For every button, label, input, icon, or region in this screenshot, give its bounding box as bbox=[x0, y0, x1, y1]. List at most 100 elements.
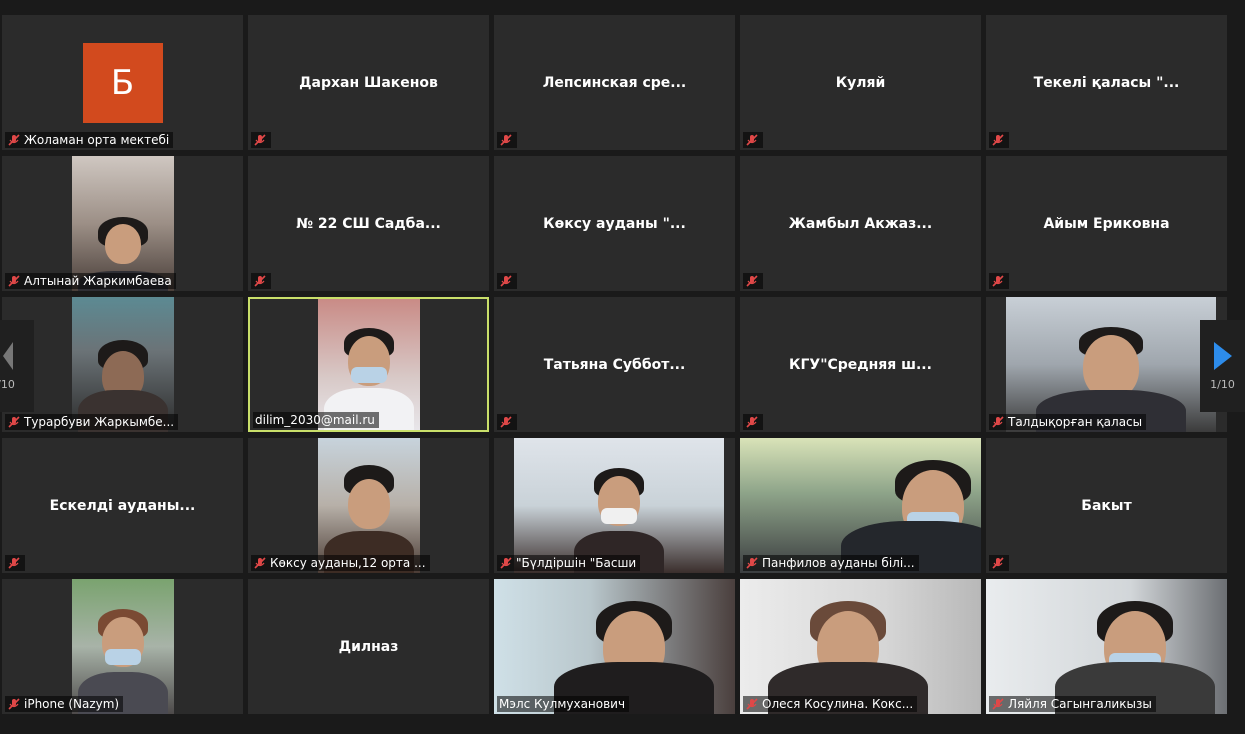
chevron-right-icon bbox=[1213, 341, 1232, 370]
participant-label bbox=[989, 555, 1009, 571]
video-feed bbox=[1006, 297, 1217, 432]
participant-tile[interactable]: iPhone (Nazym) bbox=[2, 579, 243, 714]
person-face bbox=[104, 223, 141, 264]
participant-label bbox=[497, 273, 517, 289]
video-feed bbox=[71, 156, 174, 291]
participant-name: Олеся Косулина. Кокс... bbox=[762, 697, 914, 711]
face-mask bbox=[104, 649, 141, 666]
participant-label bbox=[5, 555, 25, 571]
participant-tile[interactable]: Б Жоламан орта мектебі bbox=[2, 15, 243, 150]
participant-tile[interactable]: Алтынай Жаркимбаева bbox=[2, 156, 243, 291]
avatar: Б bbox=[82, 43, 163, 123]
muted-mic-icon bbox=[500, 416, 512, 428]
participant-label: "Бүлдіршін "Басши bbox=[497, 555, 641, 571]
participant-tile[interactable]: Ляйля Сагынгаликызы bbox=[986, 579, 1227, 714]
face-mask bbox=[350, 367, 387, 384]
participant-label: dilim_2030@mail.ru bbox=[253, 412, 379, 428]
participant-display-name: Лепсинская сре... bbox=[542, 74, 687, 91]
participant-tile[interactable]: Ескелді ауданы... bbox=[2, 438, 243, 573]
face-mask bbox=[601, 508, 638, 525]
participant-name: Талдықорған қаласы bbox=[1008, 415, 1143, 429]
participant-display-name: Айым Ериковна bbox=[1043, 215, 1170, 232]
participant-name: iPhone (Nazym) bbox=[24, 697, 120, 711]
video-feed bbox=[317, 438, 420, 573]
participant-tile[interactable]: Көксу ауданы "... bbox=[494, 156, 735, 291]
participant-label bbox=[497, 132, 517, 148]
participant-tile[interactable]: Олеся Косулина. Кокс... bbox=[740, 579, 981, 714]
muted-mic-icon bbox=[8, 698, 20, 710]
video-feed bbox=[740, 438, 981, 573]
participant-tile[interactable]: Панфилов ауданы білі... bbox=[740, 438, 981, 573]
participant-tile[interactable]: КГУ"Средняя ш... bbox=[740, 297, 981, 432]
participant-display-name: Жамбыл Акжаз... bbox=[788, 215, 933, 232]
participant-label bbox=[497, 414, 517, 430]
participant-tile[interactable]: Талдықорған қаласы bbox=[986, 297, 1227, 432]
participant-name: Турарбуви Жаркымбе... bbox=[24, 415, 175, 429]
video-feed bbox=[494, 579, 735, 714]
chevron-left-icon bbox=[3, 341, 13, 370]
muted-mic-icon bbox=[254, 275, 266, 287]
muted-mic-icon bbox=[254, 557, 266, 569]
participant-tile[interactable]: Мэлс Кулмуханович bbox=[494, 579, 735, 714]
muted-mic-icon bbox=[8, 134, 20, 146]
participant-label: Ляйля Сагынгаликызы bbox=[989, 696, 1156, 712]
page-indicator: /10 bbox=[0, 377, 15, 391]
participant-name: Жоламан орта мектебі bbox=[24, 133, 170, 147]
participant-tile[interactable]: Куляй bbox=[740, 15, 981, 150]
participant-tile[interactable]: № 22 СШ Садба... bbox=[248, 156, 489, 291]
participant-tile-active-speaker[interactable]: dilim_2030@mail.ru bbox=[248, 297, 489, 432]
participant-tile[interactable]: Текелі қаласы "... bbox=[986, 15, 1227, 150]
participant-display-name: № 22 СШ Садба... bbox=[296, 215, 441, 232]
muted-mic-icon bbox=[500, 557, 512, 569]
participant-label: Талдықорған қаласы bbox=[989, 414, 1147, 430]
muted-mic-icon bbox=[8, 275, 20, 287]
participant-display-name: Куляй bbox=[835, 74, 886, 91]
participant-display-name: Бакыт bbox=[1081, 497, 1132, 514]
participant-display-name: Текелі қаласы "... bbox=[1033, 74, 1180, 91]
participant-display-name: Ескелді ауданы... bbox=[49, 497, 196, 514]
participant-tile[interactable]: Лепсинская сре... bbox=[494, 15, 735, 150]
muted-mic-icon bbox=[992, 416, 1004, 428]
muted-mic-icon bbox=[254, 134, 266, 146]
participant-name: Көксу ауданы,12 орта ... bbox=[270, 556, 426, 570]
participant-label: Жоламан орта мектебі bbox=[5, 132, 174, 148]
video-feed bbox=[71, 579, 174, 714]
participant-tile[interactable]: Көксу ауданы,12 орта ... bbox=[248, 438, 489, 573]
participant-label: Панфилов ауданы білі... bbox=[743, 555, 919, 571]
participant-display-name: Татьяна Суббот... bbox=[543, 356, 686, 373]
muted-mic-icon bbox=[992, 275, 1004, 287]
participant-label: Мэлс Кулмуханович bbox=[497, 696, 630, 712]
muted-mic-icon bbox=[992, 698, 1004, 710]
participant-label bbox=[743, 414, 763, 430]
video-feed bbox=[740, 579, 981, 714]
video-feed bbox=[317, 299, 420, 430]
participant-label bbox=[989, 132, 1009, 148]
participant-tile[interactable]: Жамбыл Акжаз... bbox=[740, 156, 981, 291]
participant-name: Алтынай Жаркимбаева bbox=[24, 274, 172, 288]
video-feed bbox=[514, 438, 725, 573]
previous-page-button[interactable]: /10 bbox=[0, 320, 34, 412]
participant-tile[interactable]: Дархан Шакенов bbox=[248, 15, 489, 150]
participant-name: Ляйля Сагынгаликызы bbox=[1008, 697, 1152, 711]
participant-label: Көксу ауданы,12 орта ... bbox=[251, 555, 430, 571]
participant-tile[interactable]: Татьяна Суббот... bbox=[494, 297, 735, 432]
muted-mic-icon bbox=[500, 275, 512, 287]
participant-display-name: КГУ"Средняя ш... bbox=[789, 356, 932, 373]
muted-mic-icon bbox=[746, 134, 758, 146]
participant-label bbox=[743, 132, 763, 148]
muted-mic-icon bbox=[992, 134, 1004, 146]
participant-tile[interactable]: "Бүлдіршін "Басши bbox=[494, 438, 735, 573]
participant-name: dilim_2030@mail.ru bbox=[255, 413, 375, 427]
participant-display-name: Көксу ауданы "... bbox=[543, 215, 686, 232]
participant-tile[interactable]: Турарбуви Жаркымбе... bbox=[2, 297, 243, 432]
muted-mic-icon bbox=[746, 416, 758, 428]
participant-tile[interactable]: Дилназ bbox=[248, 579, 489, 714]
participant-tile[interactable]: Айым Ериковна bbox=[986, 156, 1227, 291]
next-page-button[interactable]: 1/10 bbox=[1200, 320, 1245, 412]
participant-display-name: Дархан Шакенов bbox=[299, 74, 438, 91]
participant-label: Турарбуви Жаркымбе... bbox=[5, 414, 179, 430]
participant-name: Панфилов ауданы білі... bbox=[762, 556, 915, 570]
participant-label bbox=[989, 273, 1009, 289]
participant-tile[interactable]: Бакыт bbox=[986, 438, 1227, 573]
participant-display-name: Дилназ bbox=[338, 638, 399, 655]
